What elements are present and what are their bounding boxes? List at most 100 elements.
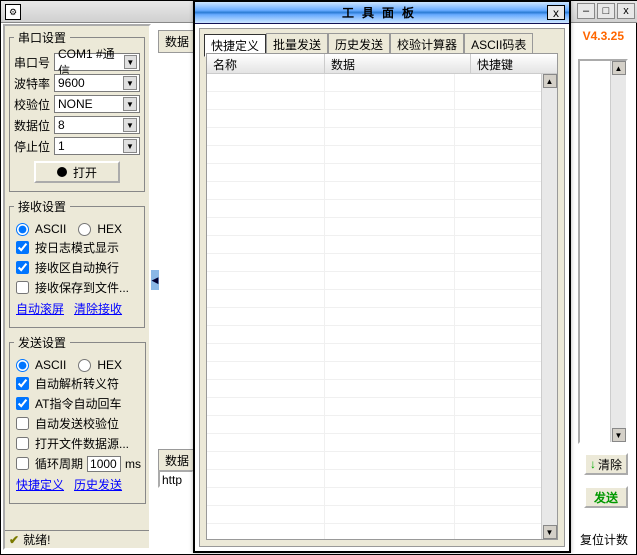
- parity-select[interactable]: NONE▼: [54, 95, 140, 113]
- reset-count-label[interactable]: 复位计数: [580, 531, 628, 548]
- list-row[interactable]: [207, 92, 541, 110]
- list-row[interactable]: [207, 254, 541, 272]
- send-hex-radio[interactable]: [78, 359, 91, 372]
- append-chk-checkbox[interactable]: [16, 417, 29, 430]
- list-row[interactable]: [207, 470, 541, 488]
- list-row[interactable]: [207, 434, 541, 452]
- recv-ascii-radio[interactable]: [16, 223, 29, 236]
- dropdown-icon[interactable]: ▼: [123, 97, 137, 111]
- list-row[interactable]: [207, 182, 541, 200]
- at-cr-label: AT指令自动回车: [35, 395, 121, 412]
- auto-scroll-link[interactable]: 自动滚屏: [16, 300, 64, 317]
- save-file-label: 接收保存到文件...: [35, 279, 129, 296]
- append-chk-label: 自动发送校验位: [35, 415, 119, 432]
- status-bar: ✔ 就绪!: [5, 530, 149, 548]
- escape-label: 自动解析转义符: [35, 375, 119, 392]
- maximize-button[interactable]: □: [597, 3, 615, 19]
- port-label: 串口号: [14, 54, 54, 71]
- file-src-label: 打开文件数据源...: [35, 435, 129, 452]
- at-cr-checkbox[interactable]: [16, 397, 29, 410]
- baud-select[interactable]: 9600▼: [54, 74, 140, 92]
- version-label: V4.3.25: [583, 29, 624, 43]
- send-ascii-radio[interactable]: [16, 359, 29, 372]
- col-data[interactable]: 数据: [325, 54, 471, 73]
- splitter-handle[interactable]: ◀: [151, 270, 159, 290]
- mid-tab-data-bottom[interactable]: 数据: [158, 449, 196, 472]
- mid-tab-data-top[interactable]: 数据: [158, 30, 196, 53]
- list-row[interactable]: [207, 506, 541, 524]
- cycle-period-input[interactable]: [87, 456, 121, 472]
- status-dot-icon: [57, 167, 67, 177]
- send-input[interactable]: http: [158, 470, 194, 488]
- list-row[interactable]: [207, 164, 541, 182]
- tool-panel-close-button[interactable]: x: [547, 5, 565, 20]
- clear-recv-link[interactable]: 清除接收: [74, 300, 122, 317]
- list-row[interactable]: [207, 362, 541, 380]
- list-row[interactable]: [207, 272, 541, 290]
- list-row[interactable]: [207, 236, 541, 254]
- escape-checkbox[interactable]: [16, 377, 29, 390]
- recv-hex-label: HEX: [97, 222, 122, 236]
- send-button[interactable]: 发送: [584, 486, 628, 508]
- file-src-checkbox[interactable]: [16, 437, 29, 450]
- dropdown-icon[interactable]: ▼: [124, 55, 137, 69]
- cycle-checkbox[interactable]: [16, 457, 29, 470]
- tool-tabstrip: 快捷定义 批量发送 历史发送 校验计算器 ASCII码表: [200, 29, 564, 56]
- list-row[interactable]: [207, 416, 541, 434]
- list-row[interactable]: [207, 398, 541, 416]
- list-row[interactable]: [207, 74, 541, 92]
- databits-select[interactable]: 8▼: [54, 116, 140, 134]
- close-button[interactable]: x: [617, 3, 635, 19]
- tool-panel-body: 快捷定义 批量发送 历史发送 校验计算器 ASCII码表 名称 数据 快捷键 ▲…: [199, 28, 565, 547]
- recv-textarea[interactable]: ▲ ▼: [578, 59, 628, 444]
- recv-settings-group: 接收设置 ASCII HEX 按日志模式显示 接收区自动换行 接收保存到文件..…: [9, 198, 145, 328]
- auto-wrap-checkbox[interactable]: [16, 261, 29, 274]
- serial-legend: 串口设置: [14, 29, 70, 46]
- recv-ascii-label: ASCII: [35, 222, 66, 236]
- list-row[interactable]: [207, 110, 541, 128]
- baud-label: 波特率: [14, 75, 54, 92]
- list-row[interactable]: [207, 344, 541, 362]
- quick-def-link[interactable]: 快捷定义: [16, 476, 64, 493]
- dropdown-icon[interactable]: ▼: [123, 76, 137, 90]
- parity-label: 校验位: [14, 96, 54, 113]
- scroll-up-icon[interactable]: ▲: [612, 61, 626, 75]
- list-body[interactable]: [207, 74, 541, 539]
- stopbits-label: 停止位: [14, 138, 54, 155]
- hist-send-link[interactable]: 历史发送: [74, 476, 122, 493]
- list-row[interactable]: [207, 308, 541, 326]
- list-row[interactable]: [207, 218, 541, 236]
- scroll-down-icon[interactable]: ▼: [612, 428, 626, 442]
- dropdown-icon[interactable]: ▼: [123, 139, 137, 153]
- list-row[interactable]: [207, 128, 541, 146]
- stopbits-select[interactable]: 1▼: [54, 137, 140, 155]
- clear-button[interactable]: 清除: [584, 453, 628, 475]
- scrollbar-vertical[interactable]: ▲ ▼: [610, 61, 626, 442]
- col-name[interactable]: 名称: [207, 54, 325, 73]
- scroll-up-icon[interactable]: ▲: [543, 74, 557, 88]
- send-hex-label: HEX: [97, 358, 122, 372]
- minimize-button[interactable]: –: [577, 3, 595, 19]
- list-row[interactable]: [207, 200, 541, 218]
- databits-label: 数据位: [14, 117, 54, 134]
- list-row[interactable]: [207, 326, 541, 344]
- recv-hex-radio[interactable]: [78, 223, 91, 236]
- save-file-checkbox[interactable]: [16, 281, 29, 294]
- list-scrollbar[interactable]: ▲ ▼: [541, 74, 557, 539]
- list-row[interactable]: [207, 380, 541, 398]
- tool-panel-titlebar[interactable]: 工具面板 x: [195, 2, 569, 24]
- dropdown-icon[interactable]: ▼: [123, 118, 137, 132]
- cycle-label: 循环周期: [35, 455, 83, 472]
- list-row[interactable]: [207, 488, 541, 506]
- scroll-down-icon[interactable]: ▼: [543, 525, 557, 539]
- list-row[interactable]: [207, 452, 541, 470]
- list-row[interactable]: [207, 290, 541, 308]
- auto-wrap-label: 接收区自动换行: [35, 259, 119, 276]
- tool-panel-window: 工具面板 x 快捷定义 批量发送 历史发送 校验计算器 ASCII码表 名称 数…: [193, 0, 571, 553]
- port-select[interactable]: COM1 #通信▼: [54, 53, 140, 71]
- list-row[interactable]: [207, 146, 541, 164]
- col-hotkey[interactable]: 快捷键: [471, 54, 557, 73]
- list-row[interactable]: [207, 524, 541, 539]
- log-mode-checkbox[interactable]: [16, 241, 29, 254]
- open-port-button[interactable]: 打开: [34, 161, 120, 183]
